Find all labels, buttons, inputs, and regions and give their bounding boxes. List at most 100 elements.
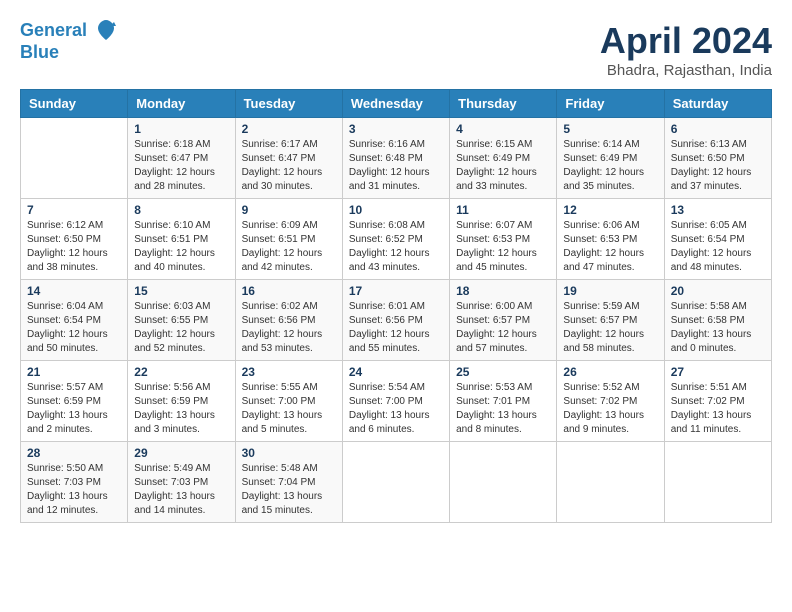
day-number: 15 bbox=[134, 284, 228, 298]
day-number: 23 bbox=[242, 365, 336, 379]
day-info: Sunrise: 5:49 AM Sunset: 7:03 PM Dayligh… bbox=[134, 462, 228, 518]
calendar-cell: 16 Sunrise: 6:02 AM Sunset: 6:56 PM Dayli… bbox=[235, 280, 342, 361]
location: Bhadra, Rajasthan, India bbox=[600, 62, 772, 79]
weekday-header: Wednesday bbox=[342, 90, 449, 118]
weekday-header: Friday bbox=[557, 90, 664, 118]
day-info: Sunrise: 6:08 AM Sunset: 6:52 PM Dayligh… bbox=[349, 219, 443, 275]
day-number: 10 bbox=[349, 203, 443, 217]
day-number: 1 bbox=[134, 122, 228, 136]
day-number: 3 bbox=[349, 122, 443, 136]
calendar-cell bbox=[664, 442, 771, 523]
header-row: SundayMondayTuesdayWednesdayThursdayFrid… bbox=[21, 90, 772, 118]
day-number: 9 bbox=[242, 203, 336, 217]
calendar-cell: 22 Sunrise: 5:56 AM Sunset: 6:59 PM Dayli… bbox=[128, 361, 235, 442]
calendar-cell: 26 Sunrise: 5:52 AM Sunset: 7:02 PM Dayli… bbox=[557, 361, 664, 442]
calendar-cell: 30 Sunrise: 5:48 AM Sunset: 7:04 PM Dayli… bbox=[235, 442, 342, 523]
day-number: 20 bbox=[671, 284, 765, 298]
calendar-cell: 7 Sunrise: 6:12 AM Sunset: 6:50 PM Daylig… bbox=[21, 199, 128, 280]
calendar-cell: 29Sunrise: 5:49 AM Sunset: 7:03 PM Dayli… bbox=[128, 442, 235, 523]
calendar-cell: 3 Sunrise: 6:16 AM Sunset: 6:48 PM Daylig… bbox=[342, 118, 449, 199]
weekday-header: Sunday bbox=[21, 90, 128, 118]
day-info: Sunrise: 5:51 AM Sunset: 7:02 PM Dayligh… bbox=[671, 381, 765, 437]
calendar-cell bbox=[450, 442, 557, 523]
day-info: Sunrise: 6:17 AM Sunset: 6:47 PM Dayligh… bbox=[242, 138, 336, 194]
day-info: Sunrise: 6:09 AM Sunset: 6:51 PM Dayligh… bbox=[242, 219, 336, 275]
day-info: Sunrise: 5:53 AM Sunset: 7:01 PM Dayligh… bbox=[456, 381, 550, 437]
day-info: Sunrise: 5:57 AM Sunset: 6:59 PM Dayligh… bbox=[27, 381, 121, 437]
calendar-week-row: 7 Sunrise: 6:12 AM Sunset: 6:50 PM Daylig… bbox=[21, 199, 772, 280]
day-number: 17 bbox=[349, 284, 443, 298]
day-number: 25 bbox=[456, 365, 550, 379]
day-info: Sunrise: 6:05 AM Sunset: 6:54 PM Dayligh… bbox=[671, 219, 765, 275]
day-info: Sunrise: 5:54 AM Sunset: 7:00 PM Dayligh… bbox=[349, 381, 443, 437]
weekday-header: Tuesday bbox=[235, 90, 342, 118]
day-number: 16 bbox=[242, 284, 336, 298]
day-number: 12 bbox=[563, 203, 657, 217]
calendar-cell: 24 Sunrise: 5:54 AM Sunset: 7:00 PM Dayli… bbox=[342, 361, 449, 442]
weekday-header: Saturday bbox=[664, 90, 771, 118]
calendar-cell bbox=[21, 118, 128, 199]
day-info: Sunrise: 5:56 AM Sunset: 6:59 PM Dayligh… bbox=[134, 381, 228, 437]
day-number: 22 bbox=[134, 365, 228, 379]
day-number: 8 bbox=[134, 203, 228, 217]
calendar-cell: 1 Sunrise: 6:18 AM Sunset: 6:47 PM Daylig… bbox=[128, 118, 235, 199]
calendar-cell: 8 Sunrise: 6:10 AM Sunset: 6:51 PM Daylig… bbox=[128, 199, 235, 280]
logo-blue: Blue bbox=[20, 42, 59, 63]
day-info: Sunrise: 5:48 AM Sunset: 7:04 PM Dayligh… bbox=[242, 462, 336, 518]
day-info: Sunrise: 5:52 AM Sunset: 7:02 PM Dayligh… bbox=[563, 381, 657, 437]
day-number: 6 bbox=[671, 122, 765, 136]
calendar-cell: 12Sunrise: 6:06 AM Sunset: 6:53 PM Dayli… bbox=[557, 199, 664, 280]
calendar-cell: 19Sunrise: 5:59 AM Sunset: 6:57 PM Dayli… bbox=[557, 280, 664, 361]
day-info: Sunrise: 5:50 AM Sunset: 7:03 PM Dayligh… bbox=[27, 462, 121, 518]
day-number: 30 bbox=[242, 446, 336, 460]
calendar-table: SundayMondayTuesdayWednesdayThursdayFrid… bbox=[20, 89, 772, 523]
day-info: Sunrise: 6:03 AM Sunset: 6:55 PM Dayligh… bbox=[134, 300, 228, 356]
calendar-week-row: 21 Sunrise: 5:57 AM Sunset: 6:59 PM Dayli… bbox=[21, 361, 772, 442]
day-number: 2 bbox=[242, 122, 336, 136]
calendar-cell bbox=[557, 442, 664, 523]
calendar-cell: 15 Sunrise: 6:03 AM Sunset: 6:55 PM Dayli… bbox=[128, 280, 235, 361]
day-info: Sunrise: 6:01 AM Sunset: 6:56 PM Dayligh… bbox=[349, 300, 443, 356]
calendar-cell: 21 Sunrise: 5:57 AM Sunset: 6:59 PM Dayli… bbox=[21, 361, 128, 442]
page-header: General Blue April 2024 Bhadra, Rajastha… bbox=[20, 20, 772, 79]
day-number: 26 bbox=[563, 365, 657, 379]
calendar-cell: 9 Sunrise: 6:09 AM Sunset: 6:51 PM Daylig… bbox=[235, 199, 342, 280]
calendar-cell: 2 Sunrise: 6:17 AM Sunset: 6:47 PM Daylig… bbox=[235, 118, 342, 199]
day-number: 11 bbox=[456, 203, 550, 217]
day-info: Sunrise: 6:15 AM Sunset: 6:49 PM Dayligh… bbox=[456, 138, 550, 194]
weekday-header: Thursday bbox=[450, 90, 557, 118]
day-number: 21 bbox=[27, 365, 121, 379]
day-number: 19 bbox=[563, 284, 657, 298]
day-info: Sunrise: 6:13 AM Sunset: 6:50 PM Dayligh… bbox=[671, 138, 765, 194]
title-block: April 2024 Bhadra, Rajasthan, India bbox=[600, 20, 772, 79]
day-info: Sunrise: 6:07 AM Sunset: 6:53 PM Dayligh… bbox=[456, 219, 550, 275]
day-info: Sunrise: 6:02 AM Sunset: 6:56 PM Dayligh… bbox=[242, 300, 336, 356]
day-info: Sunrise: 6:18 AM Sunset: 6:47 PM Dayligh… bbox=[134, 138, 228, 194]
calendar-cell: 6 Sunrise: 6:13 AM Sunset: 6:50 PM Daylig… bbox=[664, 118, 771, 199]
calendar-cell: 25 Sunrise: 5:53 AM Sunset: 7:01 PM Dayli… bbox=[450, 361, 557, 442]
calendar-week-row: 14Sunrise: 6:04 AM Sunset: 6:54 PM Dayli… bbox=[21, 280, 772, 361]
calendar-cell: 17 Sunrise: 6:01 AM Sunset: 6:56 PM Dayli… bbox=[342, 280, 449, 361]
calendar-cell: 10 Sunrise: 6:08 AM Sunset: 6:52 PM Dayli… bbox=[342, 199, 449, 280]
day-info: Sunrise: 6:12 AM Sunset: 6:50 PM Dayligh… bbox=[27, 219, 121, 275]
calendar-cell: 20Sunrise: 5:58 AM Sunset: 6:58 PM Dayli… bbox=[664, 280, 771, 361]
calendar-week-row: 28 Sunrise: 5:50 AM Sunset: 7:03 PM Dayli… bbox=[21, 442, 772, 523]
day-number: 28 bbox=[27, 446, 121, 460]
logo-text: General bbox=[20, 20, 118, 42]
calendar-cell: 18Sunrise: 6:00 AM Sunset: 6:57 PM Dayli… bbox=[450, 280, 557, 361]
day-number: 5 bbox=[563, 122, 657, 136]
calendar-week-row: 1 Sunrise: 6:18 AM Sunset: 6:47 PM Daylig… bbox=[21, 118, 772, 199]
day-number: 7 bbox=[27, 203, 121, 217]
day-number: 14 bbox=[27, 284, 121, 298]
logo: General Blue bbox=[20, 20, 118, 63]
month-title: April 2024 bbox=[600, 20, 772, 62]
day-number: 18 bbox=[456, 284, 550, 298]
calendar-cell: 14Sunrise: 6:04 AM Sunset: 6:54 PM Dayli… bbox=[21, 280, 128, 361]
day-info: Sunrise: 6:16 AM Sunset: 6:48 PM Dayligh… bbox=[349, 138, 443, 194]
calendar-cell: 27Sunrise: 5:51 AM Sunset: 7:02 PM Dayli… bbox=[664, 361, 771, 442]
day-number: 13 bbox=[671, 203, 765, 217]
day-info: Sunrise: 6:10 AM Sunset: 6:51 PM Dayligh… bbox=[134, 219, 228, 275]
calendar-cell: 4Sunrise: 6:15 AM Sunset: 6:49 PM Daylig… bbox=[450, 118, 557, 199]
calendar-cell bbox=[342, 442, 449, 523]
day-number: 24 bbox=[349, 365, 443, 379]
